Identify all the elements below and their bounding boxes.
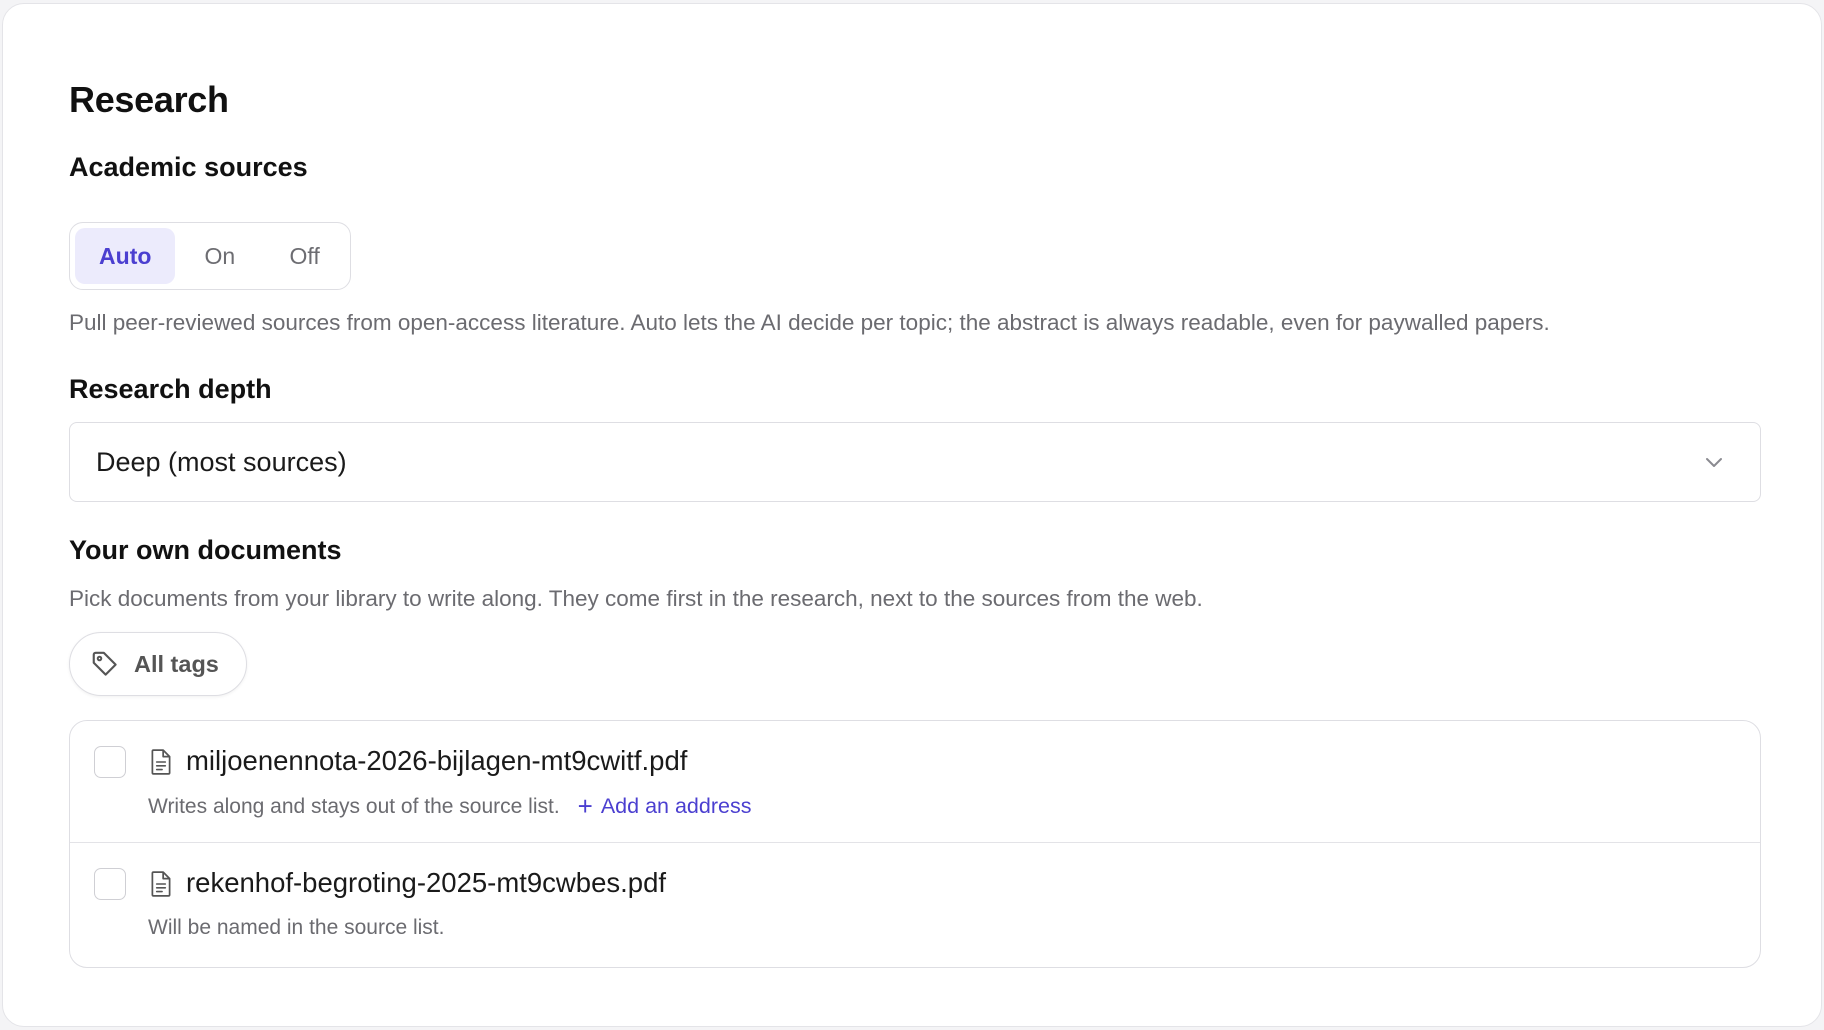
document-name: miljoenennota-2026-bijlagen-mt9cwitf.pdf <box>186 745 688 776</box>
own-documents-label: Your own documents <box>69 535 342 565</box>
list-item: rekenhof-begroting-2025-mt9cwbes.pdf Wil… <box>70 843 1760 967</box>
tag-filter-button[interactable]: All tags <box>69 632 247 696</box>
own-documents-help: Pick documents from your library to writ… <box>69 586 1203 611</box>
document-checkbox[interactable] <box>94 868 126 900</box>
document-note: Writes along and stays out of the source… <box>148 790 752 821</box>
list-item: miljoenennota-2026-bijlagen-mt9cwitf.pdf… <box>70 721 1760 843</box>
add-address-link[interactable]: + Add an address <box>577 790 752 821</box>
option-auto[interactable]: Auto <box>75 228 176 284</box>
research-depth-value: Deep (most sources) <box>96 446 347 477</box>
settings-card: Research Academic sources Auto On Off Pu… <box>2 3 1822 1027</box>
document-name: rekenhof-begroting-2025-mt9cwbes.pdf <box>186 867 667 898</box>
document-note-text: Writes along and stays out of the source… <box>148 794 560 818</box>
tag-filter-label: All tags <box>134 650 219 677</box>
option-off[interactable]: Off <box>264 228 345 284</box>
chevron-down-icon <box>1706 458 1722 467</box>
tag-icon <box>92 651 117 676</box>
academic-sources-toggle: Auto On Off <box>69 222 351 290</box>
document-checkbox[interactable] <box>94 746 126 778</box>
document-list: miljoenennota-2026-bijlagen-mt9cwitf.pdf… <box>69 720 1761 968</box>
option-on[interactable]: On <box>179 228 260 284</box>
file-icon <box>151 749 171 775</box>
page-title: Research <box>69 79 229 120</box>
file-icon <box>151 871 171 897</box>
research-depth-label: Research depth <box>69 374 272 404</box>
academic-sources-help: Pull peer-reviewed sources from open-acc… <box>69 310 1550 335</box>
document-note: Will be named in the source list. <box>148 916 444 940</box>
plus-icon: + <box>577 790 593 821</box>
academic-sources-label: Academic sources <box>69 152 308 182</box>
document-note-text: Will be named in the source list. <box>148 916 445 939</box>
add-address-label: Add an address <box>600 794 752 818</box>
research-depth-select[interactable]: Deep (most sources) <box>69 422 1761 502</box>
